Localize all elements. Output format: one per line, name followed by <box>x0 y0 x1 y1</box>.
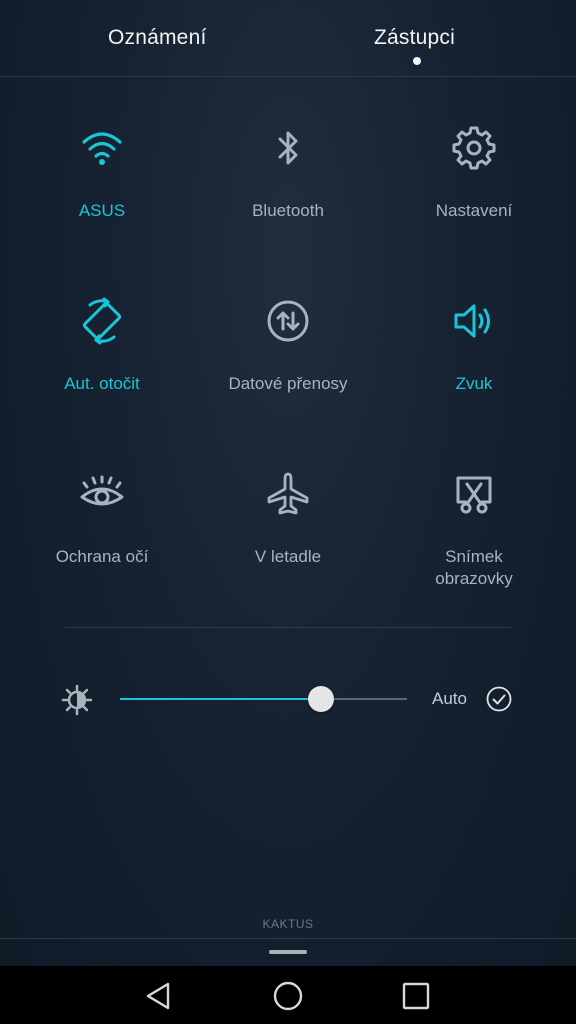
section-divider <box>64 627 512 628</box>
tile-airplane-mode[interactable]: V letadle <box>192 466 384 568</box>
brightness-slider-fill <box>120 698 321 700</box>
speaker-icon <box>454 304 490 338</box>
screenshot-icon <box>456 476 492 514</box>
auto-rotate-icon <box>82 297 122 345</box>
back-icon[interactable] <box>142 979 176 1013</box>
tile-screenshot-label: Snímek obrazovky <box>435 547 513 588</box>
recent-apps-icon[interactable] <box>399 979 433 1013</box>
tile-wifi[interactable]: ASUS <box>6 120 198 222</box>
tile-sound-label: Zvuk <box>455 374 493 393</box>
tile-mobile-data-label: Datové přenosy <box>228 374 348 393</box>
bottom-divider <box>0 938 576 939</box>
brightness-control: Auto <box>0 675 576 723</box>
tile-settings-label: Nastavení <box>435 201 513 220</box>
tile-auto-rotate-label: Aut. otočit <box>64 374 140 393</box>
auto-brightness-label: Auto <box>432 689 467 708</box>
home-icon[interactable] <box>271 979 305 1013</box>
eye-icon <box>80 475 124 506</box>
tile-auto-rotate[interactable]: Aut. otočit <box>6 293 198 395</box>
tile-wifi-label: ASUS <box>78 201 126 220</box>
gear-icon <box>452 126 496 170</box>
tile-mobile-data[interactable]: Datové přenosy <box>192 293 384 395</box>
brightness-slider-thumb[interactable] <box>307 686 334 712</box>
tile-airplane-mode-label: V letadle <box>254 547 322 566</box>
brightness-icon <box>61 684 93 716</box>
airplane-icon <box>267 472 309 515</box>
tile-sound[interactable]: Zvuk <box>378 293 570 395</box>
tile-eye-protection-label: Ochrana očí <box>55 547 149 566</box>
bluetooth-icon <box>278 131 298 165</box>
tabs-divider <box>0 76 576 77</box>
tab-notifications[interactable]: Oznámení <box>108 26 206 50</box>
carrier-name: KAKTUS <box>262 917 314 931</box>
tile-bluetooth-label: Bluetooth <box>252 201 324 220</box>
notification-shade-tabs: Oznámení Zástupci <box>0 0 576 76</box>
navigation-bar <box>0 966 576 1024</box>
auto-brightness-checkbox[interactable] <box>486 686 512 712</box>
brightness-slider[interactable] <box>120 686 407 712</box>
tab-shortcuts[interactable]: Zástupci <box>374 26 455 50</box>
drag-handle[interactable] <box>269 950 307 954</box>
tile-bluetooth[interactable]: Bluetooth <box>192 120 384 222</box>
tile-screenshot[interactable]: Snímek obrazovky <box>378 466 570 590</box>
tile-settings[interactable]: Nastavení <box>378 120 570 222</box>
wifi-icon <box>82 132 122 165</box>
tile-eye-protection[interactable]: Ochrana očí <box>6 466 198 568</box>
active-tab-indicator <box>413 57 421 65</box>
mobile-data-icon <box>267 300 309 342</box>
